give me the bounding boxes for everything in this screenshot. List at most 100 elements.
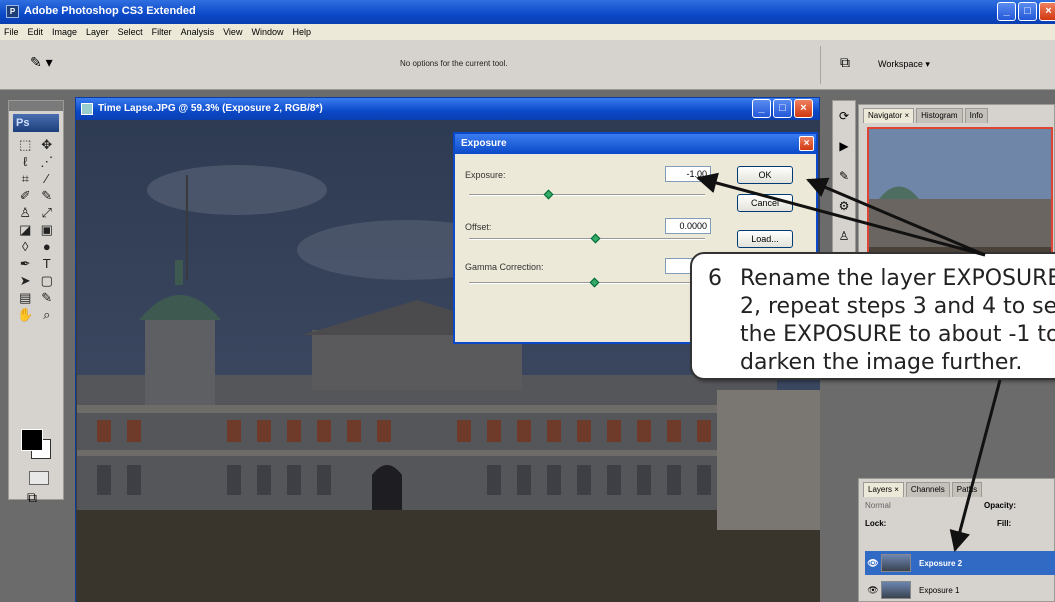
- menu-bar: File Edit Image Layer Select Filter Anal…: [0, 24, 1055, 40]
- doc-maximize-icon[interactable]: □: [773, 99, 792, 118]
- cancel-button[interactable]: Cancel: [737, 194, 793, 212]
- shape-tool-icon[interactable]: ▢: [37, 273, 58, 289]
- exposure-slider-thumb[interactable]: [543, 189, 554, 200]
- dodge-tool-icon[interactable]: ●: [37, 239, 58, 255]
- exposure-dialog-title[interactable]: Exposure: [455, 134, 816, 154]
- bridge-icon[interactable]: ⧉: [834, 54, 856, 74]
- path-selection-tool-icon[interactable]: ➤: [15, 273, 36, 289]
- move-tool-icon[interactable]: ✥: [37, 137, 58, 153]
- layers-panel: Layers × Channels Paths Normal Opacity: …: [858, 478, 1055, 602]
- menu-file[interactable]: File: [4, 27, 19, 37]
- doc-minimize-icon[interactable]: _: [752, 99, 771, 118]
- history-panel-icon[interactable]: ⟳: [833, 101, 855, 131]
- layer-thumbnail: [881, 581, 911, 599]
- navigator-thumbnail-image: [869, 129, 1051, 265]
- history-brush-tool-icon[interactable]: ⤢: [37, 205, 58, 221]
- layer-name: Exposure 2: [919, 558, 963, 568]
- brushes-panel-icon[interactable]: ✎: [833, 161, 855, 191]
- document-title-bar[interactable]: Time Lapse.JPG @ 59.3% (Exposure 2, RGB/…: [76, 98, 819, 120]
- layer-row-exposure-2[interactable]: 👁 Exposure 2: [865, 551, 1055, 575]
- menu-edit[interactable]: Edit: [28, 27, 44, 37]
- layer-row-exposure-1[interactable]: 👁 Exposure 1: [865, 578, 1055, 602]
- menu-select[interactable]: Select: [118, 27, 143, 37]
- clone-source-panel-icon[interactable]: ♙: [833, 221, 855, 251]
- opacity-label: Opacity:: [984, 501, 1017, 510]
- offset-input[interactable]: 0.0000: [665, 218, 711, 234]
- visibility-eye-icon[interactable]: 👁: [865, 585, 881, 596]
- app-title-bar: P Adobe Photoshop CS3 Extended _ □ ×: [0, 0, 1055, 24]
- minimize-icon[interactable]: _: [997, 2, 1016, 21]
- blend-mode-select[interactable]: Normal: [865, 501, 891, 510]
- dialog-close-icon[interactable]: ×: [799, 136, 814, 151]
- gradient-tool-icon[interactable]: ▣: [37, 222, 58, 238]
- tab-channels[interactable]: Channels: [905, 482, 950, 497]
- blur-tool-icon[interactable]: ◊: [15, 239, 36, 255]
- gamma-label: Gamma Correction:: [465, 262, 544, 272]
- tab-histogram[interactable]: Histogram: [916, 108, 963, 123]
- tab-layers[interactable]: Layers ×: [863, 482, 904, 497]
- options-hint: No options for the current tool.: [400, 59, 508, 68]
- document-title: Time Lapse.JPG @ 59.3% (Exposure 2, RGB/…: [98, 103, 323, 114]
- pen-tool-icon[interactable]: ✒: [15, 256, 36, 272]
- doc-close-icon[interactable]: ×: [794, 99, 813, 118]
- ps-logo[interactable]: Ps: [13, 114, 59, 132]
- navigator-preview[interactable]: [867, 127, 1053, 267]
- app-title: Adobe Photoshop CS3 Extended: [24, 5, 196, 17]
- menu-window[interactable]: Window: [251, 27, 283, 37]
- ok-button[interactable]: OK: [737, 166, 793, 184]
- gamma-slider-track[interactable]: [469, 282, 705, 284]
- layer-name: Exposure 1: [919, 585, 960, 595]
- instruction-callout: 6 Rename the layer EXPOSURE 2, repeat st…: [690, 252, 1055, 380]
- foreground-color-swatch[interactable]: [21, 429, 43, 451]
- exposure-slider-track[interactable]: [469, 194, 705, 196]
- offset-slider-thumb[interactable]: [590, 233, 601, 244]
- type-tool-icon[interactable]: T: [37, 256, 58, 272]
- options-bar: ✎ ▾ No options for the current tool. ⧉ W…: [0, 40, 1055, 90]
- menu-analysis[interactable]: Analysis: [181, 27, 215, 37]
- actions-panel-icon[interactable]: ▶: [833, 131, 855, 161]
- healing-brush-tool-icon[interactable]: ✐: [15, 188, 36, 204]
- brush-tool-icon[interactable]: ✎: [37, 188, 58, 204]
- lock-label: Lock:: [865, 519, 887, 528]
- navigator-panel: Navigator × Histogram Info: [858, 104, 1055, 269]
- exposure-input[interactable]: -1.00: [665, 166, 711, 182]
- clone-stamp-tool-icon[interactable]: ♙: [15, 205, 36, 221]
- exposure-label: Exposure:: [465, 170, 506, 180]
- menu-filter[interactable]: Filter: [152, 27, 172, 37]
- toolbox: Ps ⬚ ✥ ℓ ⋰ ⌗ ⁄ ✐ ✎ ♙ ⤢ ◪ ▣ ◊ ● ✒ T ➤ ▢ ▤…: [8, 100, 64, 505]
- tab-info[interactable]: Info: [964, 108, 988, 123]
- workspace-menu[interactable]: Workspace ▾: [878, 59, 930, 70]
- photoshop-app-icon: P: [6, 5, 19, 18]
- menu-layer[interactable]: Layer: [86, 27, 109, 37]
- tool-presets-panel-icon[interactable]: ⚙: [833, 191, 855, 221]
- eyedropper-tool-preset-icon[interactable]: ✎ ▾: [30, 54, 62, 76]
- slice-tool-icon[interactable]: ⁄: [37, 171, 58, 187]
- screen-mode-icon[interactable]: ⧉: [27, 489, 37, 506]
- hand-tool-icon[interactable]: ✋: [15, 307, 36, 323]
- tab-navigator[interactable]: Navigator ×: [863, 108, 915, 123]
- load-button[interactable]: Load...: [737, 230, 793, 248]
- offset-label: Offset:: [465, 222, 492, 232]
- fill-label: Fill:: [997, 519, 1012, 528]
- maximize-icon[interactable]: □: [1018, 2, 1037, 21]
- tab-paths[interactable]: Paths: [951, 482, 983, 497]
- options-divider: [820, 46, 821, 84]
- marquee-tool-icon[interactable]: ⬚: [15, 137, 36, 153]
- notes-tool-icon[interactable]: ▤: [15, 290, 36, 306]
- menu-image[interactable]: Image: [52, 27, 77, 37]
- eraser-tool-icon[interactable]: ◪: [15, 222, 36, 238]
- toolbox-grip[interactable]: [9, 101, 63, 111]
- magic-wand-tool-icon[interactable]: ⋰: [37, 154, 58, 170]
- menu-help[interactable]: Help: [292, 27, 311, 37]
- offset-slider-track[interactable]: [469, 238, 705, 240]
- layer-thumbnail: [881, 554, 911, 572]
- eyedropper-tool-icon[interactable]: ✎: [37, 290, 58, 306]
- quick-mask-icon[interactable]: [29, 471, 49, 485]
- visibility-eye-icon[interactable]: 👁: [865, 558, 881, 569]
- gamma-slider-thumb[interactable]: [589, 277, 600, 288]
- menu-view[interactable]: View: [223, 27, 242, 37]
- lasso-tool-icon[interactable]: ℓ: [15, 154, 36, 170]
- crop-tool-icon[interactable]: ⌗: [15, 171, 36, 187]
- zoom-tool-icon[interactable]: ⌕: [37, 307, 58, 323]
- close-icon[interactable]: ×: [1039, 2, 1055, 21]
